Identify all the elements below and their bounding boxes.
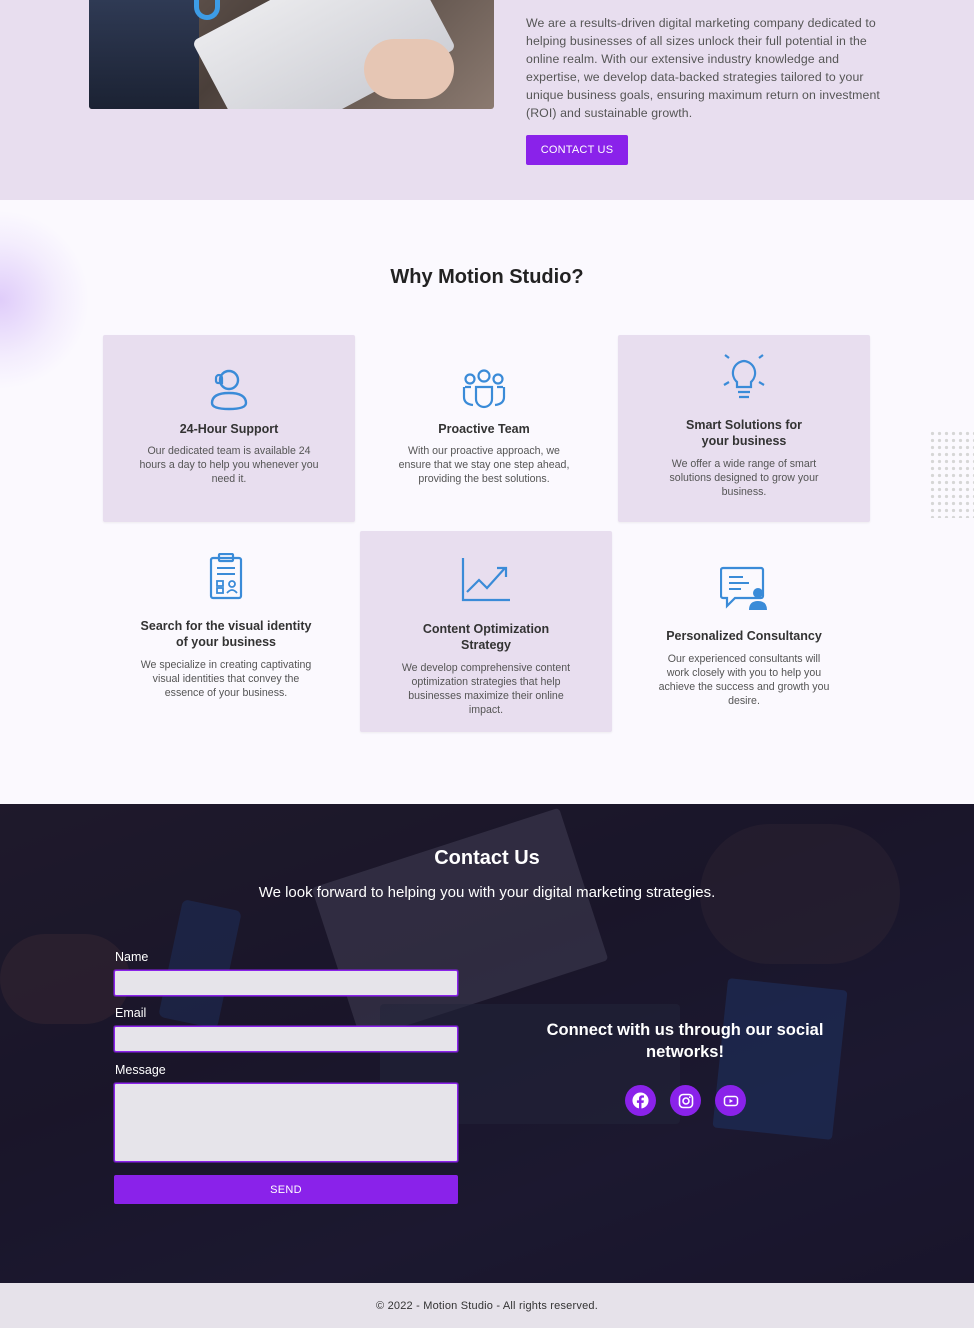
- about-text: We are a results-driven digital marketin…: [526, 16, 880, 120]
- footer: © 2022 - Motion Studio - All rights rese…: [0, 1283, 974, 1328]
- card-title: Search for the visual identity of your b…: [140, 619, 312, 649]
- consultancy-icon: [720, 566, 767, 610]
- message-field[interactable]: [114, 1083, 458, 1162]
- about-image: [89, 0, 494, 109]
- message-label: Message: [115, 1063, 166, 1077]
- feature-card-consultancy: Personalized Consultancy Our experienced…: [618, 531, 870, 721]
- contact-us-button[interactable]: CONTACT US: [526, 135, 628, 165]
- decorative-dot-grid: [929, 430, 974, 518]
- email-label: Email: [115, 1006, 147, 1020]
- card-text: We specialize in creating captivating vi…: [140, 659, 312, 699]
- email-field[interactable]: [114, 1026, 458, 1052]
- image-detail: [194, 0, 220, 20]
- contact-title: Contact Us: [434, 847, 540, 869]
- facebook-link[interactable]: [625, 1085, 656, 1116]
- name-label: Name: [115, 950, 149, 964]
- lightbulb-icon: [723, 354, 765, 399]
- image-person-dark: [89, 0, 199, 109]
- copyright-text: © 2022 - Motion Studio - All rights rese…: [376, 1299, 598, 1312]
- clipboard-icon: [209, 553, 243, 600]
- support-agent-icon: [210, 369, 248, 411]
- card-text: We develop comprehensive content optimiz…: [401, 662, 571, 716]
- contact-subtitle: We look forward to helping you with your…: [258, 884, 716, 901]
- youtube-icon: [723, 1095, 738, 1106]
- feature-card-support: 24-Hour Support Our dedicated team is av…: [103, 335, 355, 522]
- section-title: Why Motion Studio?: [390, 266, 584, 288]
- feature-card-content: Content Optimization Strategy We develop…: [360, 531, 612, 732]
- social-title: Connect with us through our social netwo…: [546, 1021, 824, 1061]
- feature-card-team: Proactive Team With our proactive approa…: [358, 335, 610, 522]
- growth-chart-icon: [461, 558, 510, 602]
- send-button[interactable]: SEND: [114, 1175, 458, 1204]
- card-title: 24-Hour Support: [179, 422, 279, 436]
- instagram-icon: [678, 1093, 693, 1108]
- card-title: Content Optimization Strategy: [422, 622, 550, 652]
- youtube-link[interactable]: [715, 1085, 746, 1116]
- decorative-glow: [0, 210, 90, 390]
- instagram-link[interactable]: [670, 1085, 701, 1116]
- facebook-icon: [632, 1092, 649, 1109]
- card-text: We offer a wide range of smart solutions…: [669, 458, 819, 498]
- card-text: With our proactive approach, we ensure t…: [398, 445, 570, 485]
- card-text: Our experienced consultants will work cl…: [658, 653, 830, 707]
- why-section: Why Motion Studio? 24-Hour Support Our d…: [0, 200, 974, 804]
- card-title: Smart Solutions for your business: [686, 418, 802, 448]
- feature-card-visual-identity: Search for the visual identity of your b…: [100, 531, 352, 731]
- name-field[interactable]: [114, 970, 458, 996]
- image-hand: [364, 39, 454, 99]
- card-title: Personalized Consultancy: [666, 629, 822, 643]
- feature-card-smart: Smart Solutions for your business We off…: [618, 335, 870, 522]
- about-section: We are a results-driven digital marketin…: [0, 0, 974, 200]
- card-title: Proactive Team: [438, 422, 530, 436]
- card-text: Our dedicated team is available 24 hours…: [139, 445, 319, 485]
- team-icon: [462, 369, 506, 409]
- contact-section: Contact Us We look forward to helping yo…: [0, 804, 974, 1283]
